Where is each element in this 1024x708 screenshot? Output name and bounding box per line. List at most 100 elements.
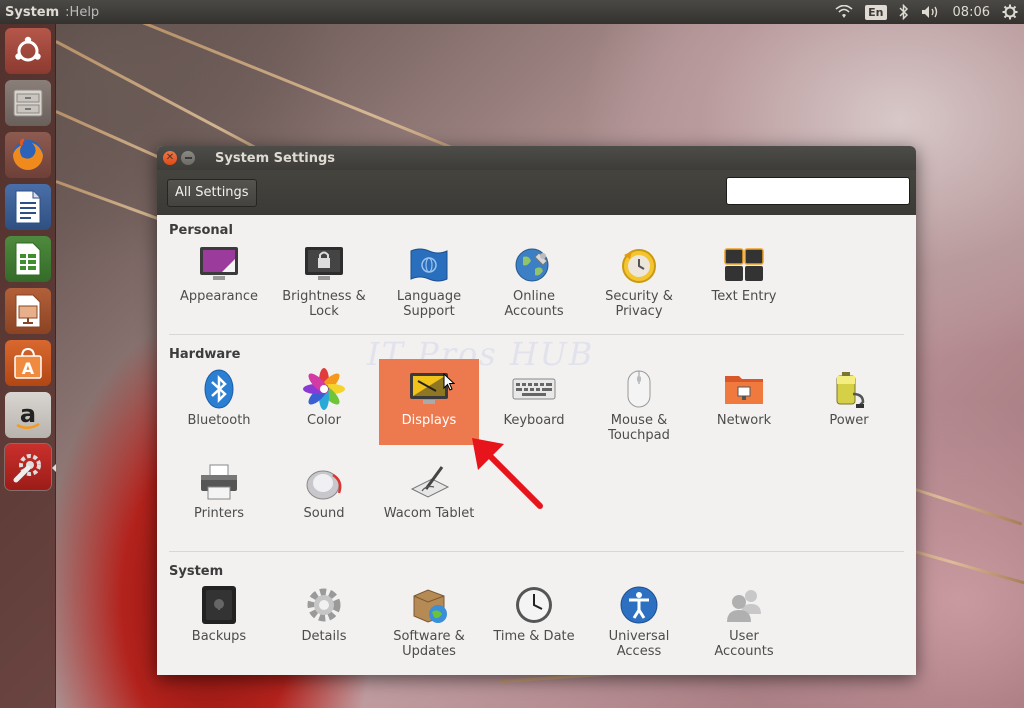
close-icon: ✕ (165, 152, 175, 163)
item-label: Network (716, 413, 772, 428)
clock[interactable]: 08:06 (947, 0, 996, 24)
clock-icon (512, 583, 556, 627)
file-cabinet-icon (13, 89, 43, 117)
item-label: Security & Privacy (605, 289, 673, 319)
item-label: Details (301, 629, 347, 644)
item-label: Brightness & Lock (282, 289, 366, 319)
titlebar: ✕ System Settings (157, 146, 916, 170)
section-divider (169, 334, 904, 335)
item-label: Power (829, 413, 869, 428)
details-gear-icon (302, 583, 346, 627)
launcher-amazon[interactable]: a (5, 392, 51, 438)
launcher: A a (0, 24, 56, 708)
color-flower-icon (302, 367, 346, 411)
indicator-area: En 08:06 (829, 0, 1024, 24)
item-brightness-lock[interactable]: Brightness & Lock (274, 243, 374, 329)
item-label: Language Support (396, 289, 462, 319)
item-label: Appearance (179, 289, 259, 304)
item-label: Color (307, 413, 341, 428)
item-label: User Accounts (714, 629, 774, 659)
item-label: Text Entry (711, 289, 777, 304)
spreadsheet-icon (15, 242, 41, 276)
launcher-files[interactable] (5, 80, 51, 126)
item-label: Sound (303, 506, 345, 521)
minimize-icon (184, 157, 192, 159)
menu-help[interactable]: :Help (65, 5, 99, 20)
network-folder-icon (722, 367, 766, 411)
app-name[interactable]: System (5, 5, 59, 20)
top-panel: System :Help En 08:06 (0, 0, 1024, 24)
speaker-icon (302, 460, 346, 504)
mouse-icon (617, 367, 661, 411)
launcher-dash-home[interactable] (5, 28, 51, 74)
ubuntu-logo-icon (15, 36, 41, 62)
item-user-accounts[interactable]: User Accounts (694, 583, 794, 669)
online-accounts-icon (512, 243, 556, 287)
item-label: Displays (401, 413, 457, 428)
launcher-system-settings[interactable] (5, 444, 51, 490)
item-bluetooth[interactable]: Bluetooth (169, 367, 269, 453)
security-privacy-icon (617, 243, 661, 287)
window-title: System Settings (215, 150, 336, 166)
item-label: Printers (193, 506, 245, 521)
section-title-system: System (169, 564, 224, 579)
launcher-software-center[interactable]: A (5, 340, 51, 386)
bluetooth-icon[interactable] (893, 0, 915, 24)
wifi-icon[interactable] (829, 0, 859, 24)
software-updates-icon (407, 583, 451, 627)
item-appearance[interactable]: Appearance (169, 243, 269, 329)
close-button[interactable]: ✕ (163, 151, 177, 165)
item-label: Time & Date (493, 629, 575, 644)
launcher-impress[interactable] (5, 288, 51, 334)
item-color[interactable]: Color (274, 367, 374, 453)
launcher-calc[interactable] (5, 236, 51, 282)
wrench-gear-icon (13, 454, 41, 483)
item-online-accounts[interactable]: Online Accounts (484, 243, 584, 329)
item-network[interactable]: Network (694, 367, 794, 453)
launcher-writer[interactable] (5, 184, 51, 230)
volume-icon[interactable] (915, 0, 947, 24)
item-label: Universal Access (608, 629, 670, 659)
launcher-firefox[interactable] (5, 132, 51, 178)
mouse-cursor-icon (443, 373, 455, 391)
app-menu: System :Help (0, 0, 99, 24)
item-wacom-tablet[interactable]: Wacom Tablet (379, 460, 479, 546)
item-text-entry[interactable]: Text Entry (694, 243, 794, 329)
item-language-support[interactable]: Language Support (379, 243, 479, 329)
item-power[interactable]: Power (799, 367, 899, 453)
search-box[interactable] (726, 177, 911, 205)
keyboard-layout-indicator[interactable]: En (859, 0, 892, 24)
item-label: Wacom Tablet (383, 506, 475, 521)
item-time-date[interactable]: Time & Date (484, 583, 584, 669)
printer-icon (197, 460, 241, 504)
item-printers[interactable]: Printers (169, 460, 269, 546)
minimize-button[interactable] (181, 151, 195, 165)
item-security-privacy[interactable]: Security & Privacy (589, 243, 689, 329)
item-label: Bluetooth (187, 413, 251, 428)
firefox-icon (13, 138, 43, 170)
search-input[interactable] (741, 179, 911, 203)
lang-label: En (865, 4, 887, 20)
universal-access-icon (617, 583, 661, 627)
item-details[interactable]: Details (274, 583, 374, 669)
user-accounts-icon (722, 583, 766, 627)
section-title-hardware: Hardware (169, 347, 241, 362)
all-settings-button[interactable]: All Settings (167, 178, 257, 207)
language-flag-icon (407, 243, 451, 287)
menu-help-label: Help (69, 4, 100, 20)
svg-text:a: a (20, 400, 36, 428)
item-backups[interactable]: Backups (169, 583, 269, 669)
item-universal-access[interactable]: Universal Access (589, 583, 689, 669)
item-mouse-touchpad[interactable]: Mouse & Touchpad (589, 367, 689, 453)
item-label: Backups (191, 629, 247, 644)
svg-text:A: A (22, 359, 35, 378)
session-gear-icon[interactable] (996, 0, 1024, 24)
item-label: Online Accounts (504, 289, 564, 319)
item-sound[interactable]: Sound (274, 460, 374, 546)
brightness-lock-icon (302, 243, 346, 287)
item-software-updates[interactable]: Software & Updates (379, 583, 479, 669)
wacom-tablet-icon (407, 460, 451, 504)
item-displays[interactable]: Displays (379, 359, 479, 445)
item-label: Keyboard (503, 413, 565, 428)
amazon-icon: a (16, 400, 40, 429)
